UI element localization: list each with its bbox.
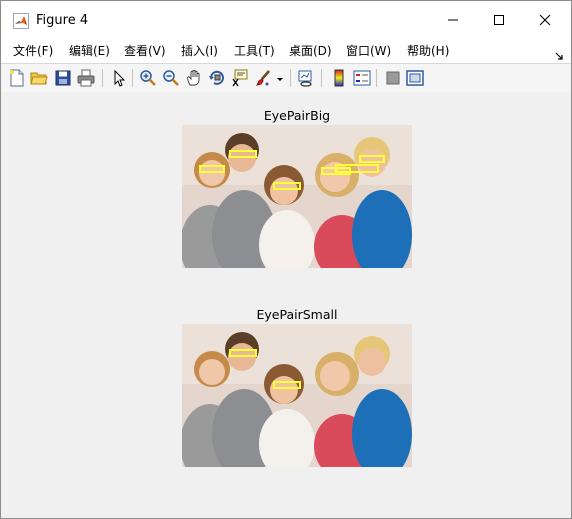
maximize-button[interactable] bbox=[476, 1, 522, 39]
toolbar-separator bbox=[290, 69, 291, 87]
figure-canvas: EyePairBig EyePairSmall bbox=[1, 92, 571, 518]
menu-view[interactable]: 查看(V) bbox=[124, 43, 166, 59]
menu-help[interactable]: 帮助(H) bbox=[407, 43, 449, 59]
data-cursor-icon[interactable] bbox=[231, 69, 249, 87]
plot-title-eyepairsmall: EyePairSmall bbox=[256, 307, 338, 322]
toolbar-separator bbox=[376, 69, 377, 87]
edit-plot-icon[interactable] bbox=[110, 69, 128, 87]
menu-desktop[interactable]: 桌面(D) bbox=[289, 43, 332, 59]
toolbar-separator bbox=[321, 69, 322, 87]
figure-toolbar bbox=[1, 63, 571, 93]
open-file-icon[interactable] bbox=[30, 69, 48, 87]
image-axes-eyepairbig[interactable] bbox=[182, 125, 412, 268]
minimize-button[interactable] bbox=[430, 1, 476, 39]
close-button[interactable] bbox=[522, 1, 568, 39]
save-icon[interactable] bbox=[54, 69, 72, 87]
link-plot-icon[interactable] bbox=[297, 69, 315, 87]
group-photo-image bbox=[182, 125, 412, 268]
window-title: Figure 4 bbox=[36, 13, 89, 28]
pan-icon[interactable] bbox=[185, 69, 203, 87]
print-icon[interactable] bbox=[77, 69, 95, 87]
dock-figure-icon[interactable] bbox=[555, 45, 563, 64]
title-bar: Figure 4 bbox=[1, 1, 571, 39]
menu-window[interactable]: 窗口(W) bbox=[346, 43, 391, 59]
menu-insert[interactable]: 插入(I) bbox=[181, 43, 218, 59]
toolbar-separator bbox=[132, 69, 133, 87]
plot-title-eyepairbig: EyePairBig bbox=[263, 108, 331, 123]
zoom-out-icon[interactable] bbox=[162, 69, 180, 87]
brush-dropdown-icon[interactable] bbox=[275, 69, 285, 87]
new-figure-icon[interactable] bbox=[8, 69, 26, 87]
toolbar-separator bbox=[102, 69, 103, 87]
brush-icon[interactable] bbox=[254, 69, 272, 87]
group-photo-image bbox=[182, 324, 412, 467]
image-axes-eyepairsmall[interactable] bbox=[182, 324, 412, 467]
menu-bar: 文件(F) 编辑(E) 查看(V) 插入(I) 工具(T) 桌面(D) 窗口(W… bbox=[1, 39, 571, 63]
rotate-3d-icon[interactable] bbox=[208, 69, 226, 87]
zoom-in-icon[interactable] bbox=[139, 69, 157, 87]
show-plot-tools-icon[interactable] bbox=[406, 69, 424, 87]
menu-file[interactable]: 文件(F) bbox=[13, 43, 53, 59]
legend-icon[interactable] bbox=[353, 69, 371, 87]
maximize-icon bbox=[494, 15, 504, 25]
matlab-logo-icon bbox=[13, 13, 29, 29]
hide-plot-tools-icon[interactable] bbox=[384, 69, 402, 87]
menu-tools[interactable]: 工具(T) bbox=[234, 43, 275, 59]
minimize-icon bbox=[448, 19, 458, 21]
figure-window: Figure 4 文件(F) 编辑(E) 查看(V) 插入(I) 工具(T) 桌… bbox=[0, 0, 572, 519]
menu-edit[interactable]: 编辑(E) bbox=[69, 43, 110, 59]
close-icon bbox=[539, 14, 551, 26]
colorbar-icon[interactable] bbox=[330, 69, 348, 87]
